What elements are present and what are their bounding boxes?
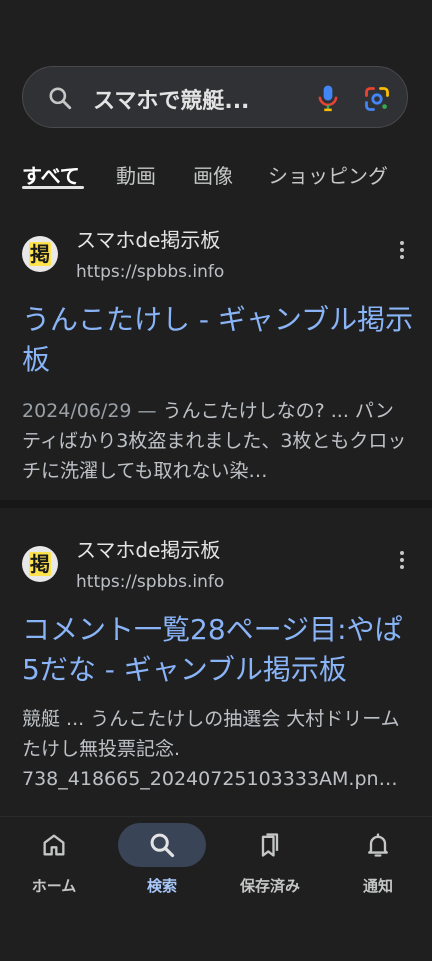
site-favicon[interactable]: 掲 (22, 546, 58, 582)
result-date: 2024/06/29 — (22, 400, 157, 422)
nav-home[interactable]: ホーム (0, 817, 108, 907)
result-title-link[interactable]: うんこたけし - ギャンブル掲示板 (22, 300, 414, 380)
nav-notifications[interactable]: 通知 (324, 817, 432, 907)
nav-search-label: 検索 (146, 877, 177, 895)
nav-home-label: ホーム (31, 877, 77, 895)
result-snippet: 2024/06/29 — うんこたけしなの? ... パンティばかり3枚盗まれま… (22, 396, 412, 486)
active-tab-indicator (22, 186, 84, 189)
search-icon (150, 833, 175, 858)
tab-all[interactable]: すべて (22, 160, 80, 189)
saved-icon (261, 833, 279, 857)
favicon-glyph: 掲 (29, 552, 51, 576)
nav-saved-label: 保存済み (239, 877, 300, 895)
nav-search[interactable]: 検索 (108, 817, 216, 907)
tab-images[interactable]: 画像 (193, 160, 233, 189)
tab-videos[interactable]: 動画 (116, 160, 156, 189)
google-lens-icon[interactable] (363, 85, 391, 113)
search-icon (49, 87, 72, 110)
search-query[interactable]: スマホで競艇... (93, 83, 283, 115)
bell-icon (368, 833, 388, 857)
more-options-icon[interactable] (392, 238, 412, 262)
more-options-icon[interactable] (392, 548, 412, 572)
microphone-icon[interactable] (313, 83, 343, 113)
site-url[interactable]: https://spbbs.info (76, 262, 224, 282)
tab-shopping[interactable]: ショッピング (268, 160, 388, 189)
site-name[interactable]: スマホde掲示板 (76, 534, 220, 563)
search-tabs: すべて 動画 画像 ショッピング (0, 156, 432, 196)
nav-saved[interactable]: 保存済み (216, 817, 324, 907)
favicon-glyph: 掲 (29, 242, 51, 266)
result-snippet: 競艇 ... うんこたけしの抽選会 大村ドリーム たけし無投票記念. 738_4… (22, 708, 400, 790)
site-url[interactable]: https://spbbs.info (76, 572, 224, 592)
search-bar[interactable]: スマホで競艇... (22, 66, 408, 128)
bottom-navigation: ホーム 検索 保存済み 通知 (0, 816, 432, 961)
site-favicon[interactable]: 掲 (22, 236, 58, 272)
result-divider (0, 500, 432, 508)
home-icon (43, 834, 65, 856)
site-name[interactable]: スマホde掲示板 (76, 224, 220, 253)
result-title-link[interactable]: コメント一覧28ページ目:やぱ5だな - ギャンブル掲示板 (22, 610, 414, 690)
nav-notifications-label: 通知 (362, 877, 393, 895)
